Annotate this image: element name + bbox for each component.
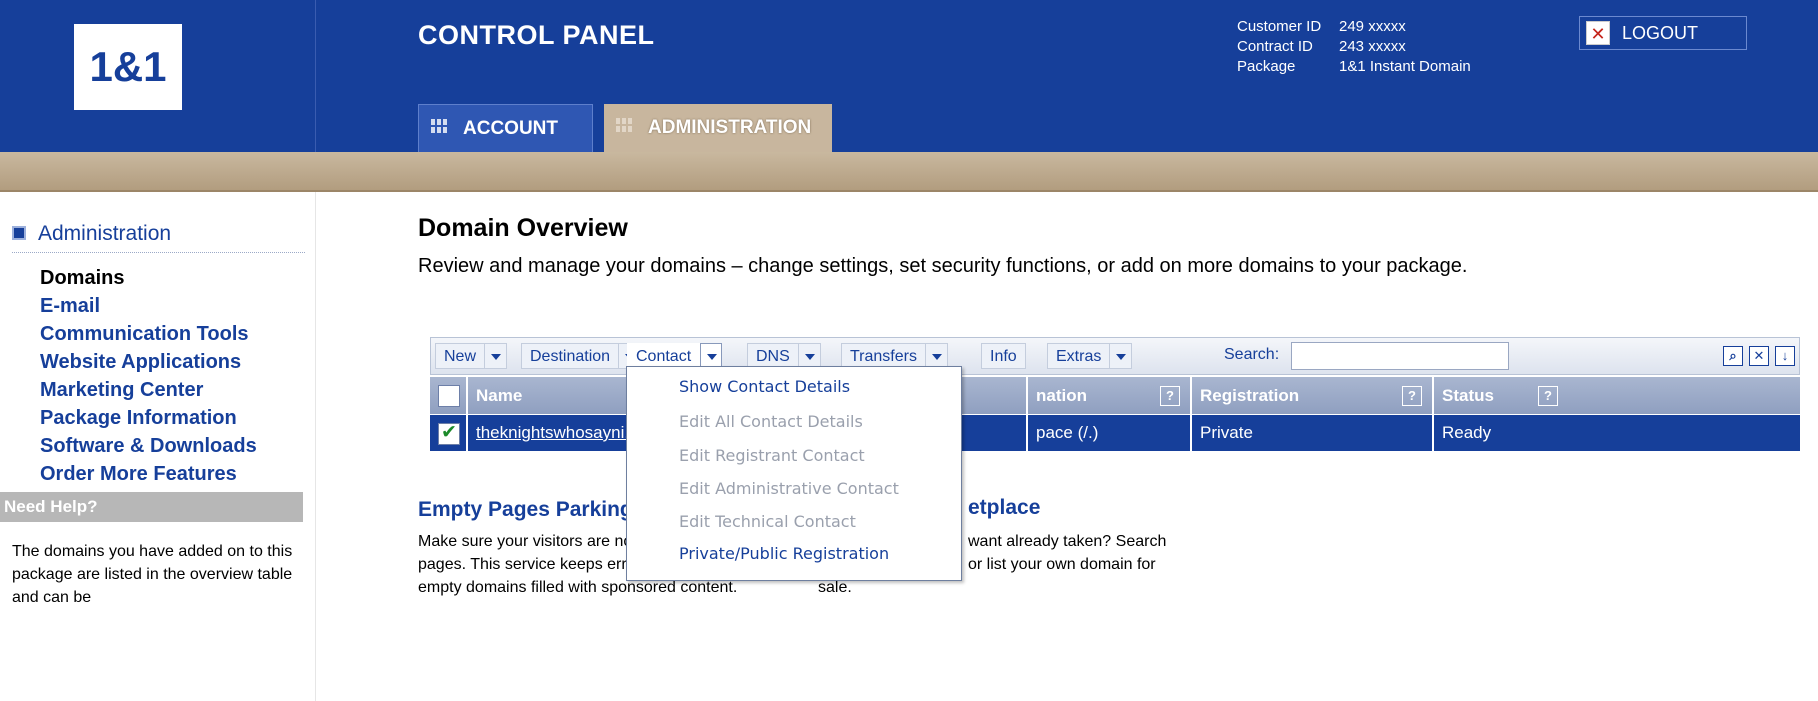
logo[interactable]: 1&1	[74, 24, 182, 110]
new-dropdown[interactable]: New	[435, 343, 508, 369]
subnav-bar	[0, 152, 1818, 192]
menu-item-edit-all-contact-details: Edit All Contact Details	[679, 412, 863, 431]
grid-icon	[431, 119, 447, 133]
close-icon: ✕	[1586, 21, 1610, 45]
info-button-wrap[interactable]: Info	[981, 343, 1026, 369]
package-value: 1&1 Instant Domain	[1339, 58, 1471, 75]
extras-dropdown[interactable]: Extras	[1047, 343, 1133, 369]
tab-label: ACCOUNT	[463, 118, 558, 139]
sidebar: Administration Domains E-mail Communicat…	[0, 192, 316, 701]
domain-status: Ready	[1442, 423, 1492, 442]
contact-dropdown-menu: Show Contact Details Edit All Contact De…	[626, 366, 962, 581]
customer-id-label: Customer ID	[1237, 18, 1322, 35]
sidebar-item-package-information[interactable]: Package Information	[40, 404, 257, 432]
parking-text-1: Make sure your visitors are not	[418, 533, 637, 550]
sidebar-item-communication-tools[interactable]: Communication Tools	[40, 320, 257, 348]
menu-item-edit-technical-contact: Edit Technical Contact	[679, 512, 856, 531]
select-all-checkbox[interactable]	[438, 385, 460, 407]
search-input[interactable]	[1291, 342, 1509, 370]
customer-id-value: 249 xxxxx	[1339, 18, 1406, 35]
contract-id-label: Contract ID	[1237, 38, 1313, 55]
extras-button[interactable]: Extras	[1047, 343, 1111, 369]
download-icon[interactable]: ↓	[1775, 346, 1795, 366]
logo-area: 1&1	[0, 0, 316, 152]
help-icon[interactable]: ?	[1402, 386, 1422, 406]
sidebar-item-email[interactable]: E-mail	[40, 292, 257, 320]
grid-icon	[616, 118, 632, 132]
info-button[interactable]: Info	[981, 343, 1026, 369]
marketplace-text-2: or list your own domain for	[968, 556, 1156, 573]
sidebar-nav: Domains E-mail Communication Tools Websi…	[40, 264, 257, 488]
header: 1&1 CONTROL PANEL ACCOUNT ADMINISTRATION…	[0, 0, 1818, 152]
marketplace-text-1: want already taken? Search	[968, 533, 1167, 550]
logout-button[interactable]: ✕ LOGOUT	[1579, 16, 1747, 50]
page-description: Review and manage your domains – change …	[418, 255, 1468, 277]
package-label: Package	[1237, 58, 1296, 75]
parking-text-2: pages. This service keeps erro	[418, 556, 636, 573]
menu-item-show-contact-details[interactable]: Show Contact Details	[679, 377, 850, 396]
help-icon[interactable]: ?	[1538, 386, 1558, 406]
destination-button[interactable]: Destination	[521, 343, 620, 369]
column-header-registration[interactable]: Registration ?	[1192, 377, 1434, 414]
help-icon[interactable]: ?	[1160, 386, 1180, 406]
menu-item-edit-registrant-contact: Edit Registrant Contact	[679, 446, 865, 465]
sidebar-item-software-downloads[interactable]: Software & Downloads	[40, 432, 257, 460]
contract-id-value: 243 xxxxx	[1339, 38, 1406, 55]
column-header-status[interactable]: Status ?	[1434, 377, 1568, 414]
clear-icon[interactable]: ✕	[1749, 346, 1769, 366]
customer-info: Customer ID 249 xxxxx Contract ID 243 xxxx…	[1237, 17, 1471, 77]
collapse-icon	[12, 226, 26, 240]
new-button[interactable]: New	[435, 343, 486, 369]
column-header-destination-label: nation	[1036, 386, 1087, 405]
chevron-down-icon[interactable]	[1110, 343, 1133, 369]
help-text: The domains you have added on to this pa…	[12, 543, 293, 606]
row-checkbox[interactable]	[438, 421, 460, 445]
column-header-status-label: Status	[1442, 386, 1494, 405]
domain-registration: Private	[1192, 415, 1434, 451]
destination-dropdown[interactable]: Destination	[521, 343, 642, 369]
column-header-destination[interactable]: nation ?	[1028, 377, 1192, 414]
sidebar-item-marketing-center[interactable]: Marketing Center	[40, 376, 257, 404]
parking-title: Empty Pages Parking	[418, 498, 633, 521]
search-label: Search:	[1224, 346, 1280, 363]
menu-item-edit-administrative-contact: Edit Administrative Contact	[679, 479, 899, 498]
tab-administration[interactable]: ADMINISTRATION	[604, 104, 832, 152]
column-header-registration-label: Registration	[1200, 386, 1300, 405]
menu-item-private-public-registration[interactable]: Private/Public Registration	[679, 544, 889, 563]
chevron-down-icon[interactable]	[485, 343, 508, 369]
tab-label: ADMINISTRATION	[648, 117, 812, 138]
select-all-cell	[430, 377, 468, 414]
sidebar-heading-label: Administration	[38, 222, 172, 245]
sidebar-item-domains[interactable]: Domains	[40, 264, 257, 292]
tab-account[interactable]: ACCOUNT	[418, 104, 593, 152]
sidebar-item-order-more-features[interactable]: Order More Features	[40, 460, 257, 488]
marketplace-title: etplace	[968, 496, 1041, 519]
logout-label: LOGOUT	[1622, 22, 1699, 43]
row-check-cell	[430, 415, 468, 451]
search-icon[interactable]: ⌕	[1723, 346, 1743, 366]
domain-destination: pace (/.)	[1028, 415, 1192, 451]
page-header-title: CONTROL PANEL	[418, 20, 655, 50]
sidebar-item-website-applications[interactable]: Website Applications	[40, 348, 257, 376]
help-heading: Need Help?	[0, 492, 303, 522]
page-title: Domain Overview	[418, 214, 628, 242]
sidebar-heading[interactable]: Administration	[12, 222, 305, 253]
